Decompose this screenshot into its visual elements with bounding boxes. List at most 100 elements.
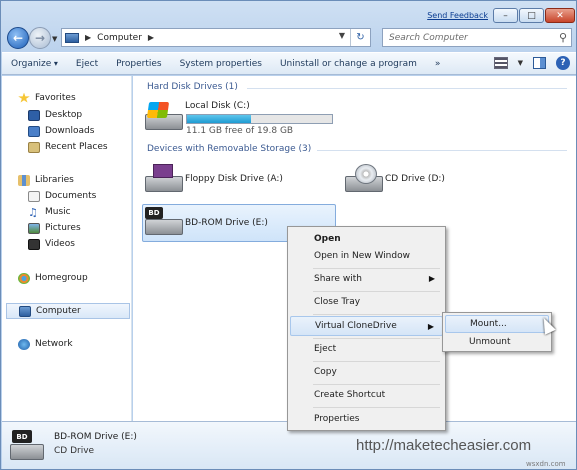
search-input[interactable]: Search Computer [389, 33, 468, 43]
menu-item-label: Share with [314, 274, 362, 284]
organize-button[interactable]: Organize [2, 59, 67, 69]
documents-icon [28, 190, 40, 202]
context-menu: Open Open in New Window Share with ▶ Clo… [287, 226, 446, 431]
removable-storage-header[interactable]: Devices with Removable Storage (3) [147, 144, 567, 154]
details-item-type: CD Drive [54, 446, 95, 456]
address-bar[interactable]: ▶ Computer ▶ ▼ ↻ [61, 28, 371, 47]
properties-button[interactable]: Properties [107, 59, 170, 69]
search-icon[interactable]: ⚲ [559, 31, 567, 44]
breadcrumb-separator-icon[interactable]: ▶ [85, 33, 91, 42]
floppy-drive-a[interactable]: Floppy Disk Drive (A:) [143, 164, 283, 194]
windows-logo-icon [146, 102, 170, 118]
sidebar-item-label: Favorites [35, 93, 76, 103]
command-bar: Organize Eject Properties System propert… [2, 52, 576, 75]
bd-rom-drive-e[interactable]: BD BD-ROM Drive (E:) [143, 207, 268, 237]
music-icon: ♫ [28, 205, 38, 219]
menu-item-virtual-clonedrive[interactable]: Virtual CloneDrive ▶ [290, 316, 443, 336]
forward-button[interactable]: → [29, 27, 51, 49]
menu-item-properties[interactable]: Properties [290, 409, 443, 429]
menu-item-copy[interactable]: Copy [290, 362, 443, 382]
sidebar-item-libraries[interactable]: Libraries [18, 172, 146, 188]
hard-drive-icon [143, 102, 183, 132]
close-button[interactable]: ✕ [545, 8, 575, 23]
forward-arrow-icon: → [34, 31, 46, 45]
back-button[interactable]: ← [7, 27, 29, 49]
disk-free-space: 11.1 GB free of 19.8 GB [186, 126, 294, 136]
menu-item-close-tray[interactable]: Close Tray [290, 292, 443, 312]
menu-item-mount[interactable]: Mount... [445, 315, 549, 333]
sidebar-item-label: Network [35, 339, 73, 349]
bd-rom-drive-icon: BD [143, 207, 183, 237]
search-box[interactable]: Search Computer ⚲ [382, 28, 572, 47]
menu-item-share-with[interactable]: Share with ▶ [290, 269, 443, 289]
view-dropdown-icon[interactable]: ▼ [518, 59, 523, 67]
sidebar-item-network[interactable]: Network [18, 336, 146, 352]
minimize-button[interactable]: – [493, 8, 518, 23]
preview-pane-icon[interactable] [533, 57, 546, 69]
computer-icon [19, 305, 31, 317]
group-label: Devices with Removable Storage (3) [147, 144, 312, 154]
maximize-button[interactable]: □ [519, 8, 544, 23]
menu-item-label: Virtual CloneDrive [315, 321, 397, 331]
menu-item-eject[interactable]: Eject [290, 339, 443, 359]
submenu-arrow-icon: ▶ [427, 322, 434, 331]
sidebar-item-label: Videos [45, 239, 75, 249]
drive-label: Floppy Disk Drive (A:) [185, 174, 283, 184]
more-commands-button[interactable]: » [426, 59, 450, 69]
sidebar-item-homegroup[interactable]: Homegroup [18, 270, 146, 286]
eject-button[interactable]: Eject [67, 59, 107, 69]
menu-item-open-new-window[interactable]: Open in New Window [290, 246, 443, 266]
title-bar: Send Feedback – □ ✕ [1, 1, 576, 23]
bd-label-icon: BD [12, 430, 32, 443]
disk-usage-bar [186, 114, 333, 124]
help-icon[interactable]: ? [556, 56, 570, 70]
floppy-disk-icon [153, 164, 173, 178]
pictures-icon [28, 222, 40, 234]
minimize-icon: – [503, 10, 508, 21]
cd-drive-d[interactable]: CD Drive (D:) [343, 164, 445, 194]
watermark-url: http://maketecheasier.com [356, 437, 532, 454]
videos-icon [28, 238, 40, 250]
libraries-icon [18, 174, 30, 186]
system-properties-button[interactable]: System properties [171, 59, 271, 69]
send-feedback-link[interactable]: Send Feedback [427, 11, 488, 20]
breadcrumb-computer[interactable]: Computer [97, 33, 142, 43]
menu-separator [313, 314, 440, 315]
navigation-row: ← → ▼ ▶ Computer ▶ ▼ ↻ Search Computer ⚲ [1, 25, 576, 51]
star-icon [18, 92, 30, 103]
sidebar-item-label: Desktop [45, 110, 83, 120]
drive-label: BD-ROM Drive (E:) [185, 218, 268, 228]
sidebar-item-label: Documents [45, 191, 97, 201]
drive-label: Local Disk (C:) [185, 101, 250, 111]
maximize-icon: □ [527, 10, 536, 21]
downloads-icon [28, 125, 40, 137]
menu-item-unmount[interactable]: Unmount [445, 333, 549, 351]
sidebar-item-label: Recent Places [45, 142, 108, 152]
close-icon: ✕ [556, 10, 564, 21]
hard-disk-drives-header[interactable]: Hard Disk Drives (1) [147, 82, 567, 92]
drive-body-icon [10, 444, 44, 460]
network-icon [18, 338, 30, 350]
change-view-icon[interactable] [493, 57, 508, 69]
clonedrive-submenu: Mount... Unmount [442, 312, 552, 352]
sidebar-item-label: Music [45, 207, 71, 217]
sidebar-item-label: Libraries [35, 175, 74, 185]
group-label: Hard Disk Drives (1) [147, 82, 238, 92]
breadcrumb-chevron-icon[interactable]: ▶ [148, 33, 154, 42]
address-dropdown-icon[interactable]: ▼ [339, 31, 345, 40]
refresh-icon[interactable]: ↻ [350, 29, 370, 46]
recent-pages-dropdown[interactable]: ▼ [52, 35, 57, 43]
navigation-pane: Favorites Desktop Downloads Recent Place… [2, 76, 132, 421]
menu-item-create-shortcut[interactable]: Create Shortcut [290, 385, 443, 405]
disk-usage-fill [187, 115, 251, 123]
computer-icon [65, 32, 79, 43]
cd-drive-icon [343, 164, 383, 194]
uninstall-program-button[interactable]: Uninstall or change a program [271, 59, 426, 69]
sidebar-item-favorites[interactable]: Favorites [18, 90, 146, 106]
bd-label-icon: BD [145, 207, 163, 219]
sidebar-item-label: Homegroup [35, 273, 88, 283]
sidebar-item-computer[interactable]: Computer [6, 303, 130, 319]
floppy-drive-icon [143, 164, 183, 194]
group-divider [247, 88, 567, 89]
drive-body-icon [145, 219, 183, 235]
